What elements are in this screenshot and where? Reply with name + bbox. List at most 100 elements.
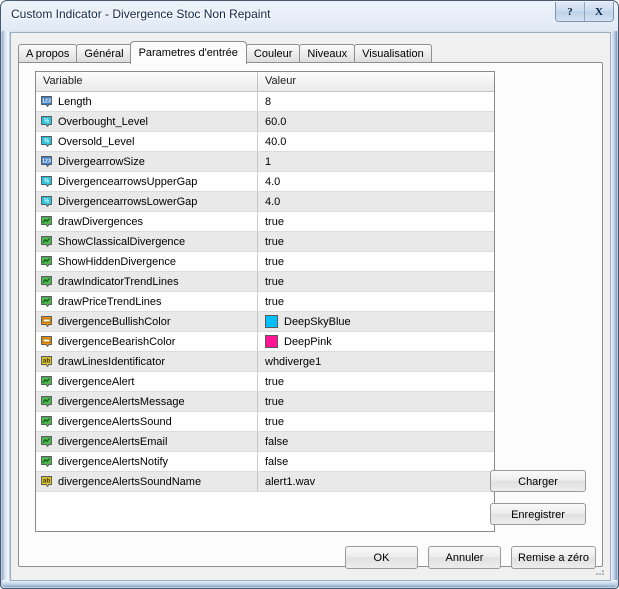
value-text: true xyxy=(265,275,284,288)
table-row[interactable]: ½ DivergencearrowsUpperGap 4.0 xyxy=(36,172,494,192)
cell-variable: drawIndicatorTrendLines xyxy=(36,272,258,291)
cell-value[interactable]: true xyxy=(258,412,494,431)
variable-name: DivergencearrowsUpperGap xyxy=(58,175,198,188)
int-icon: 123 xyxy=(41,156,52,167)
tab-visualisation[interactable]: Visualisation xyxy=(354,44,432,63)
parameters-grid[interactable]: Variable Valeur 123 Length 8 ½ Overbought_Le… xyxy=(35,71,495,532)
table-row[interactable]: ab divergenceAlertsSoundName alert1.wav xyxy=(36,472,494,492)
cell-value[interactable]: DeepPink xyxy=(258,332,494,351)
table-row[interactable]: divergenceAlertsEmail false xyxy=(36,432,494,452)
variable-name: drawLinesIdentificator xyxy=(58,355,166,368)
color-swatch xyxy=(265,335,278,348)
resize-grip-icon[interactable] xyxy=(594,565,606,577)
cell-value[interactable]: true xyxy=(258,252,494,271)
cell-variable: ShowHiddenDivergence xyxy=(36,252,258,271)
svg-text:123: 123 xyxy=(42,98,51,104)
cell-value[interactable]: 4.0 xyxy=(258,172,494,191)
double-icon: ½ xyxy=(41,196,52,207)
value-text: alert1.wav xyxy=(265,475,316,488)
reset-button[interactable]: Remise a zéro xyxy=(511,546,596,569)
table-row[interactable]: drawDivergences true xyxy=(36,212,494,232)
cell-value[interactable]: true xyxy=(258,212,494,231)
close-icon: X xyxy=(595,5,603,18)
ok-button[interactable]: OK xyxy=(345,546,418,569)
svg-text:½: ½ xyxy=(44,117,50,125)
variable-name: DivergearrowSize xyxy=(58,155,145,168)
table-row[interactable]: divergenceBearishColor DeepPink xyxy=(36,332,494,352)
svg-text:ab: ab xyxy=(43,357,51,364)
table-row[interactable]: drawIndicatorTrendLines true xyxy=(36,272,494,292)
cell-value[interactable]: true xyxy=(258,292,494,311)
value-text: true xyxy=(265,375,284,388)
value-text: true xyxy=(265,255,284,268)
cell-value[interactable]: whdiverge1 xyxy=(258,352,494,371)
value-text: 1 xyxy=(265,155,272,168)
variable-name: divergenceAlert xyxy=(58,375,135,388)
cell-value[interactable]: true xyxy=(258,232,494,251)
value-text: true xyxy=(265,395,284,408)
table-row[interactable]: ½ DivergencearrowsLowerGap 4.0 xyxy=(36,192,494,212)
table-row[interactable]: 123 Length 8 xyxy=(36,92,494,112)
tab-niveaux[interactable]: Niveaux xyxy=(299,44,356,63)
table-row[interactable]: ½ Overbought_Level 60.0 xyxy=(36,112,494,132)
cell-value[interactable]: alert1.wav xyxy=(258,472,494,491)
value-text: 4.0 xyxy=(265,175,281,188)
variable-name: drawPriceTrendLines xyxy=(58,295,162,308)
value-text: 4.0 xyxy=(265,195,281,208)
cell-value[interactable]: 1 xyxy=(258,152,494,171)
side-button-group: Charger Enregistrer xyxy=(490,470,586,525)
grid-body: 123 Length 8 ½ Overbought_Level 60.0 ½ Oversold… xyxy=(36,92,494,492)
value-text: true xyxy=(265,215,284,228)
table-row[interactable]: drawPriceTrendLines true xyxy=(36,292,494,312)
cell-variable: divergenceAlertsMessage xyxy=(36,392,258,411)
tab-strip: A propos Général Parametres d'entrée Couleu… xyxy=(18,40,432,64)
cell-variable: divergenceAlertsNotify xyxy=(36,452,258,471)
variable-name: divergenceAlertsMessage xyxy=(58,395,185,408)
cell-value[interactable]: 40.0 xyxy=(258,132,494,151)
cell-value[interactable]: false xyxy=(258,452,494,471)
color-swatch xyxy=(265,315,278,328)
help-button[interactable]: ? xyxy=(556,2,584,21)
cell-variable: ab drawLinesIdentificator xyxy=(36,352,258,371)
cell-variable: 123 DivergearrowSize xyxy=(36,152,258,171)
svg-text:½: ½ xyxy=(44,137,50,145)
cell-value[interactable]: true xyxy=(258,272,494,291)
cell-value[interactable]: true xyxy=(258,392,494,411)
cell-value[interactable]: 8 xyxy=(258,92,494,111)
table-row[interactable]: divergenceAlertsNotify false xyxy=(36,452,494,472)
table-row[interactable]: divergenceAlertsSound true xyxy=(36,412,494,432)
table-row[interactable]: divergenceBullishColor DeepSkyBlue xyxy=(36,312,494,332)
cell-value[interactable]: 4.0 xyxy=(258,192,494,211)
cell-variable: ½ Overbought_Level xyxy=(36,112,258,131)
cell-variable: drawDivergences xyxy=(36,212,258,231)
string-icon: ab xyxy=(41,476,52,487)
close-button[interactable]: X xyxy=(584,2,613,21)
save-button[interactable]: Enregistrer xyxy=(490,503,586,525)
cell-variable: ½ DivergencearrowsLowerGap xyxy=(36,192,258,211)
cell-value[interactable]: true xyxy=(258,372,494,391)
cancel-button[interactable]: Annuler xyxy=(428,546,501,569)
value-text: whdiverge1 xyxy=(265,355,322,368)
tab-a-propos[interactable]: A propos xyxy=(18,44,78,63)
value-text: DeepSkyBlue xyxy=(284,315,351,328)
cell-variable: divergenceBullishColor xyxy=(36,312,258,331)
table-row[interactable]: ShowHiddenDivergence true xyxy=(36,252,494,272)
cell-value[interactable]: false xyxy=(258,432,494,451)
table-row[interactable]: 123 DivergearrowSize 1 xyxy=(36,152,494,172)
tab-couleur[interactable]: Couleur xyxy=(245,44,301,63)
table-row[interactable]: ½ Oversold_Level 40.0 xyxy=(36,132,494,152)
double-icon: ½ xyxy=(41,176,52,187)
table-row[interactable]: ShowClassicalDivergence true xyxy=(36,232,494,252)
table-row[interactable]: divergenceAlertsMessage true xyxy=(36,392,494,412)
table-row[interactable]: divergenceAlert true xyxy=(36,372,494,392)
tab-g-n-ral[interactable]: Général xyxy=(76,44,132,63)
value-text: DeepPink xyxy=(284,335,332,348)
cell-value[interactable]: DeepSkyBlue xyxy=(258,312,494,331)
bool-icon xyxy=(41,416,52,427)
cell-value[interactable]: 60.0 xyxy=(258,112,494,131)
load-button[interactable]: Charger xyxy=(490,470,586,492)
table-row[interactable]: ab drawLinesIdentificator whdiverge1 xyxy=(36,352,494,372)
variable-name: Overbought_Level xyxy=(58,115,148,128)
value-text: true xyxy=(265,415,284,428)
tab-parametres-d-entr-e[interactable]: Parametres d'entrée xyxy=(129,41,247,64)
